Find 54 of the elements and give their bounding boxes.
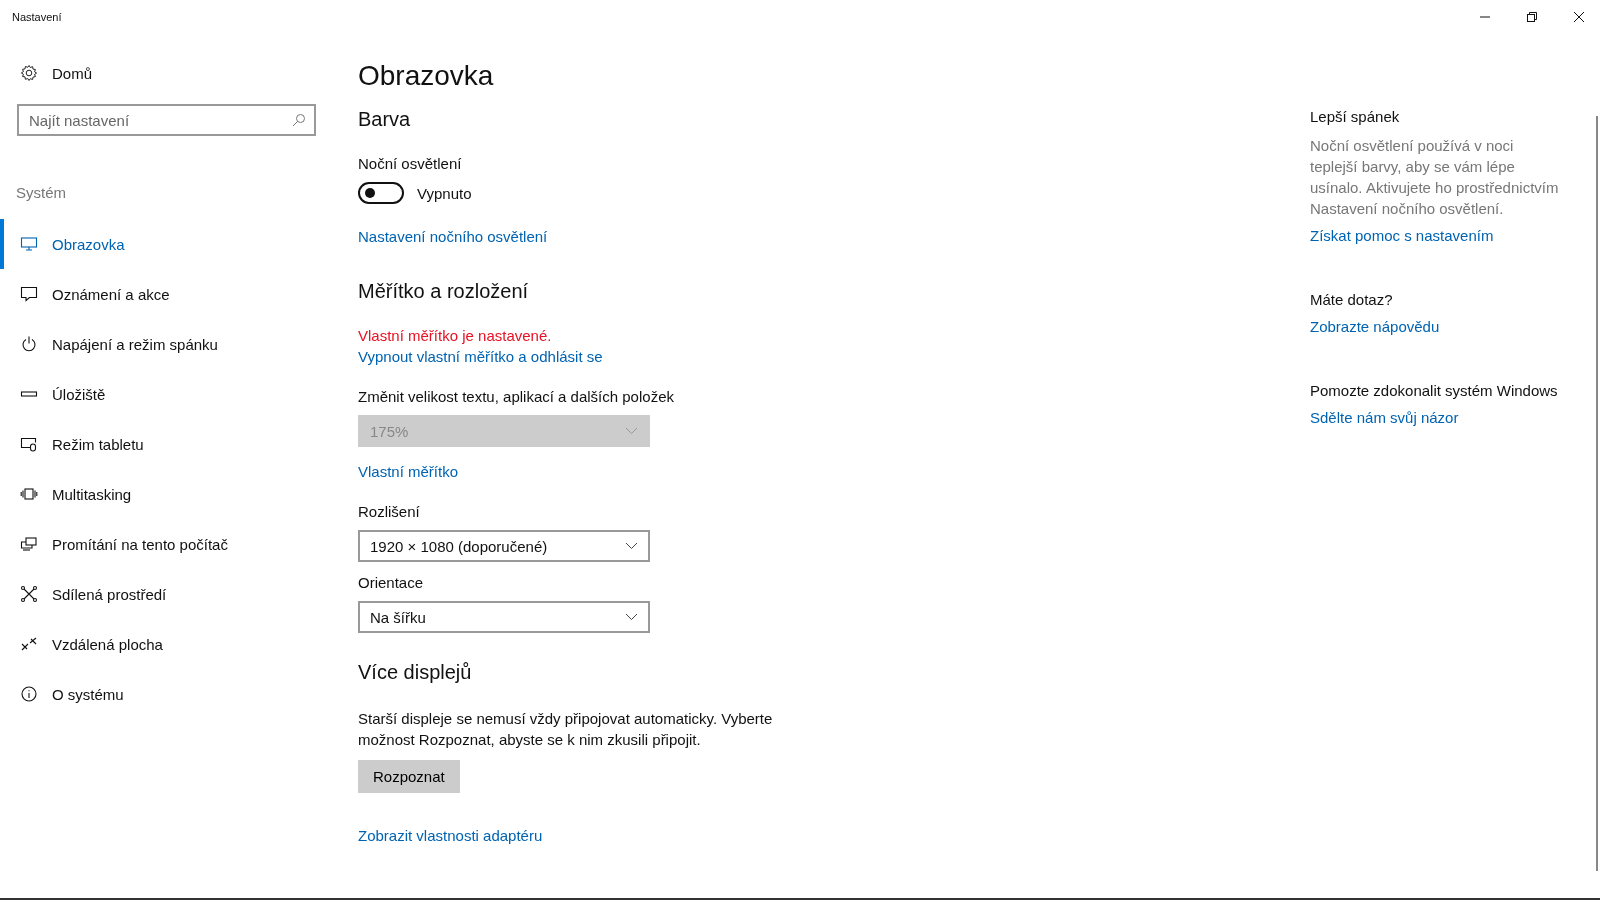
window-title: Nastavení [12, 11, 62, 23]
scrollbar[interactable] [1596, 116, 1598, 871]
nav-item[interactable]: Úložiště [0, 369, 330, 419]
help-link[interactable]: Zobrazte nápovědu [1310, 318, 1440, 335]
nav-item[interactable]: Sdílená prostředí [0, 569, 330, 619]
tablet-icon [20, 435, 38, 453]
toggle-switch[interactable] [358, 182, 404, 204]
dropdown[interactable]: Na šířku [358, 601, 650, 633]
field-label: Rozlišení [358, 503, 421, 520]
monitor-icon [20, 235, 38, 253]
nav-item[interactable]: Multitasking [0, 469, 330, 519]
settings-link[interactable]: Nastavení nočního osvětlení [358, 228, 548, 245]
description-text: Starší displeje se nemusí vždy připojovat automaticky. Vyberte možnost Rozpoznat, abyste se k nim zkusili připojit. [358, 709, 774, 750]
aside-heading: Máte dotaz? [1310, 290, 1394, 310]
field-label: Změnit velikost textu, aplikací a dalších položek [358, 388, 675, 405]
search-icon [292, 113, 306, 127]
settings-link[interactable]: Vypnout vlastní měřítko a odhlásit se [358, 348, 603, 365]
section-heading: Barva [358, 108, 412, 131]
gear-icon [20, 64, 38, 82]
toggle-state-text: Vypnuto [417, 184, 472, 202]
nav-item[interactable]: O systému [0, 669, 330, 719]
settings-link[interactable]: Zobrazit vlastnosti adaptéru [358, 827, 543, 844]
info-icon [20, 685, 38, 703]
nav-item[interactable]: Obrazovka [0, 219, 330, 269]
nav-item[interactable]: Režim tabletu [0, 419, 330, 469]
section-heading: Měřítko a rozložení [358, 280, 530, 303]
restore-icon[interactable] [1526, 11, 1538, 23]
section-label: Systém [15, 183, 67, 203]
field-label: Noční osvětlení [358, 155, 463, 172]
nav-item[interactable]: Promítání na tento počítač [0, 519, 330, 569]
search-field[interactable]: Najít nastavení [17, 104, 316, 136]
chevron-down-icon [625, 613, 638, 621]
section-heading: Více displejů [358, 661, 473, 684]
power-icon [20, 335, 38, 353]
nav-item[interactable]: Vzdálená plocha [0, 619, 330, 669]
home-nav-item[interactable]: Domů [0, 64, 330, 82]
help-link[interactable]: Získat pomoc s nastavením [1310, 227, 1494, 244]
chat-icon [20, 285, 38, 303]
settings-link[interactable]: Vlastní měřítko [358, 463, 459, 480]
share-icon [20, 585, 38, 603]
help-link[interactable]: Sdělte nám svůj názor [1310, 409, 1459, 426]
dropdown[interactable]: 1920 × 1080 (doporučené) [358, 530, 650, 562]
warning-text: Vlastní měřítko je nastavené. [358, 327, 553, 344]
nav-item[interactable]: Napájení a režim spánku [0, 319, 330, 369]
aside-heading: Lepší spánek [1310, 107, 1401, 127]
nav-item[interactable]: Oznámení a akce [0, 269, 330, 319]
aside-description: Noční osvětlení používá v noci teplejší barvy, aby se vám lépe usínalo. Aktivujete ho prostřednictvím Nastavení nočního osvětlení. [1310, 136, 1560, 219]
chevron-down-icon [625, 542, 638, 550]
field-label: Orientace [358, 574, 425, 591]
aside-heading: Pomozte zdokonalit systém Windows [1310, 381, 1559, 401]
close-icon[interactable] [1573, 11, 1585, 23]
detect-button[interactable]: Rozpoznat [358, 760, 460, 793]
chevron-down-icon [625, 427, 638, 435]
page-title: Obrazovka [358, 60, 495, 92]
